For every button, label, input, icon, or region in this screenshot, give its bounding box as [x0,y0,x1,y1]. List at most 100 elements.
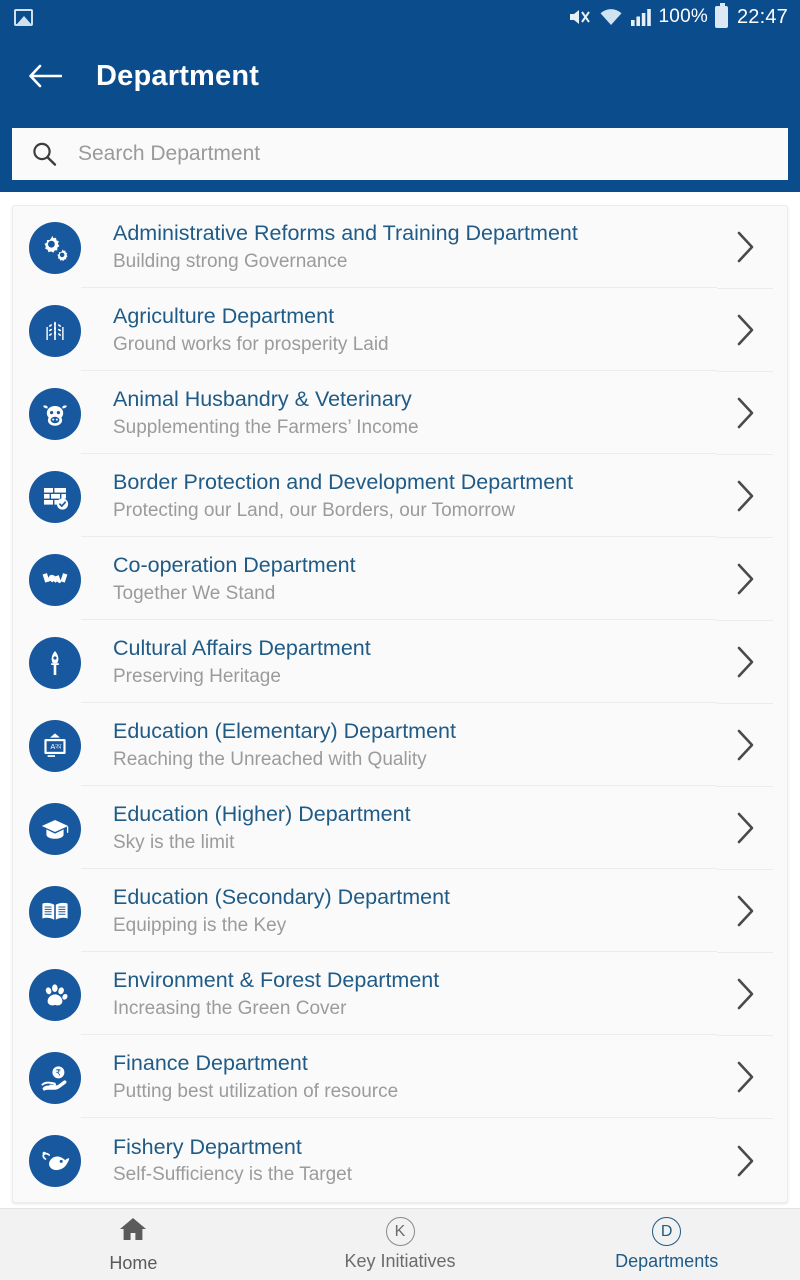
department-text-block: Education (Higher) Department Sky is the … [81,788,717,869]
search-icon [33,142,57,166]
department-title: Co-operation Department [113,553,356,578]
department-title: Cultural Affairs Department [113,636,371,661]
letter-d-circle-icon: D [652,1217,682,1246]
department-text-block: Education (Secondary) Department Equippin… [81,871,717,952]
department-text-block: Finance Department Putting best utilizati… [81,1037,717,1118]
department-list-item[interactable]: Animal Husbandry & Veterinary Supplementi… [13,372,787,455]
paw-print-icon [29,968,81,1021]
wall-check-icon [29,470,81,523]
department-list-item[interactable]: Education (Secondary) Department Equippin… [13,870,787,953]
nav-item-home[interactable]: Home [0,1209,267,1280]
fish-icon [29,1134,81,1187]
chevron-right-icon[interactable] [717,538,773,621]
department-list-item[interactable]: Co-operation Department Together We Stand [13,538,787,621]
department-text-block: Education (Elementary) Department Reachin… [81,705,717,786]
chevron-right-icon[interactable] [717,621,773,704]
department-list-item[interactable]: Administrative Reforms and Training Depa… [13,206,787,289]
department-title: Environment & Forest Department [113,968,440,993]
department-subtitle: Preserving Heritage [113,665,281,687]
status-bar-left [14,8,33,26]
department-subtitle: Self-Sufficiency is the Target [113,1164,353,1186]
chevron-right-icon[interactable] [717,787,773,870]
department-text-block: Fishery Department Self-Sufficiency is th… [81,1121,717,1201]
blackboard-icon: Aঅ [29,719,81,772]
letter-k-circle-icon: K [385,1217,415,1246]
hand-rupee-icon: ₹ [29,1051,81,1104]
chevron-right-icon[interactable] [717,704,773,787]
department-list-item[interactable]: Cultural Affairs Department Preserving He… [13,621,787,704]
department-subtitle: Sky is the limit [113,831,235,853]
app-header: Department [0,34,800,118]
status-bar: 100% 22:47 [0,0,800,34]
open-book-icon [29,885,81,938]
chevron-right-icon[interactable] [717,953,773,1036]
chevron-right-icon[interactable] [717,1036,773,1119]
chevron-right-icon[interactable] [717,289,773,372]
department-title: Fishery Department [113,1134,302,1159]
department-list-container: Administrative Reforms and Training Depa… [0,192,800,1208]
department-subtitle: Supplementing the Farmers’ Income [113,416,419,438]
home-icon [118,1215,148,1248]
department-subtitle: Building strong Governance [113,250,348,272]
svg-text:₹: ₹ [56,1067,62,1077]
chevron-right-icon[interactable] [717,1119,773,1202]
department-subtitle: Ground works for prosperity Laid [113,333,389,355]
chevron-right-icon[interactable] [717,206,773,289]
department-list-item[interactable]: Border Protection and Development Depart… [13,455,787,538]
chevron-right-icon[interactable] [717,372,773,455]
back-button[interactable] [22,53,68,99]
signal-icon [630,9,651,26]
department-title: Finance Department [113,1051,308,1076]
nav-item-label: Departments [615,1251,719,1271]
nav-item-key-initiatives[interactable]: K Key Initiatives [267,1209,534,1280]
department-list-item[interactable]: ₹ Finance Department Putting best utilizat… [13,1036,787,1119]
department-title: Agriculture Department [113,304,335,329]
search-input[interactable] [78,128,770,180]
back-arrow-icon [29,64,62,88]
cow-icon [29,387,81,440]
department-title: Education (Elementary) Department [113,719,456,744]
svg-text:অ: অ [54,744,62,751]
gears-icon [29,221,81,274]
department-subtitle: Equipping is the Key [113,914,287,936]
home-icon-svg [120,1218,147,1240]
department-subtitle: Together We Stand [113,582,276,604]
nav-item-departments[interactable]: D Departments [533,1209,800,1280]
department-text-block: Agriculture Department Ground works for p… [81,290,717,371]
department-text-block: Environment & Forest Department Increasin… [81,954,717,1035]
status-bar-right: 100% 22:47 [568,3,788,29]
department-title: Animal Husbandry & Veterinary [113,387,412,412]
department-subtitle: Reaching the Unreached with Quality [113,748,427,770]
wheat-icon [29,304,81,357]
department-subtitle: Protecting our Land, our Borders, our To… [113,499,516,521]
battery-full-icon [714,3,728,28]
department-list-item[interactable]: Environment & Forest Department Increasin… [13,953,787,1036]
graduation-cap-icon [29,802,81,855]
department-list-item[interactable]: Education (Higher) Department Sky is the … [13,787,787,870]
search-box[interactable] [12,128,788,180]
department-list-item[interactable]: Fishery Department Self-Sufficiency is th… [13,1119,787,1202]
app-screen: 100% 22:47 Department Administrative Ref… [0,0,800,1280]
department-text-block: Co-operation Department Together We Stand [81,539,717,620]
wifi-icon [600,9,622,25]
department-text-block: Border Protection and Development Depart… [81,456,717,537]
department-title: Administrative Reforms and Training Depa… [113,221,578,246]
search-bar-container [0,118,800,192]
bottom-navigation: Home K Key Initiatives D Departments [0,1208,800,1280]
gallery-icon [14,8,33,26]
page-title: Department [96,59,260,92]
department-list-item[interactable]: Agriculture Department Ground works for p… [13,289,787,372]
chevron-right-icon[interactable] [717,455,773,538]
handshake-icon [29,553,81,606]
department-title: Border Protection and Development Depart… [113,470,574,495]
department-subtitle: Increasing the Green Cover [113,997,347,1019]
chevron-right-icon[interactable] [717,870,773,953]
department-text-block: Administrative Reforms and Training Depa… [81,207,717,288]
department-subtitle: Putting best utilization of resource [113,1080,399,1102]
department-list-card: Administrative Reforms and Training Depa… [12,205,788,1203]
nav-item-label: Key Initiatives [344,1251,456,1271]
department-list-item[interactable]: A অ Education (Elementary) Department Reach… [13,704,787,787]
pen-nib-icon [29,636,81,689]
mute-icon [569,10,590,24]
department-text-block: Animal Husbandry & Veterinary Supplementi… [81,373,717,454]
